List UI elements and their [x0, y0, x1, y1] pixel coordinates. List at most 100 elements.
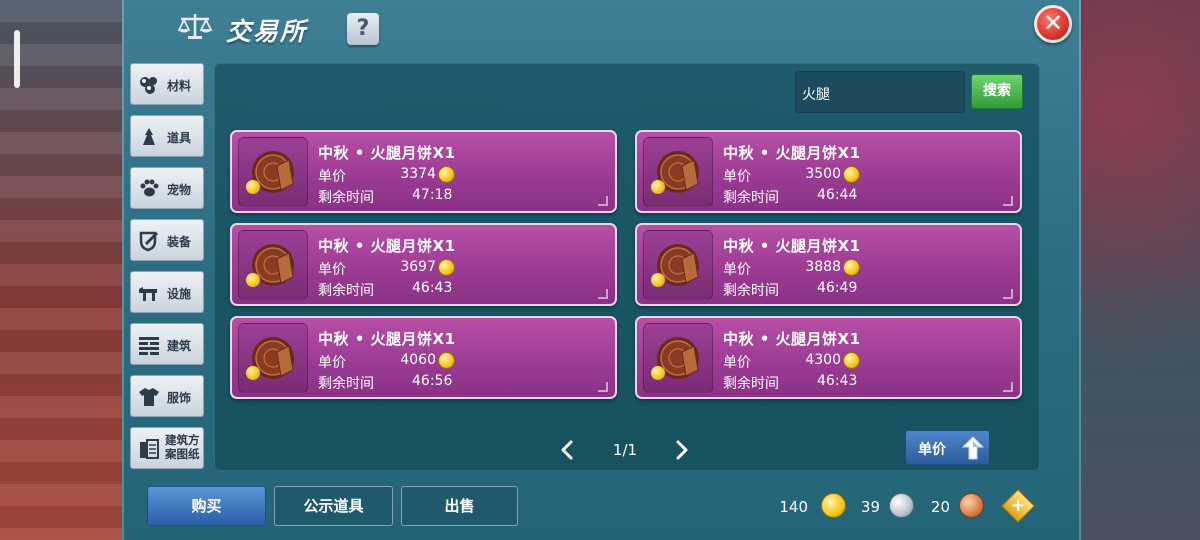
sort-arrow-up-icon [961, 436, 985, 460]
time-left-label: 剩余时间 [723, 283, 779, 299]
unit-price-label: 单价 [723, 355, 751, 371]
unit-price-value: 3697 [400, 259, 436, 275]
item-name: 中秋 • 火腿月饼X1 [318, 237, 456, 255]
blueprint-icon [140, 439, 159, 459]
side-scroll-indicator [14, 30, 20, 88]
unit-price-value: 4300 [805, 352, 841, 368]
item-thumbnail [643, 137, 713, 207]
item-thumbnail [643, 230, 713, 300]
search-input[interactable]: 火腿 [795, 71, 965, 113]
plus-icon: + [1010, 495, 1026, 516]
category-label: 服饰 [167, 391, 192, 405]
unit-price-label: 单价 [723, 169, 751, 185]
item-thumbnail [238, 323, 308, 393]
category-buildings[interactable]: 建筑 [130, 323, 204, 365]
category-blueprints[interactable]: 建筑方 案图纸 [130, 427, 204, 469]
gold-coin-icon [821, 493, 846, 518]
corner-mark-icon [1003, 289, 1013, 299]
time-left-label: 剩余时间 [318, 190, 374, 206]
category-label: 建筑 [167, 339, 192, 353]
search-button[interactable]: 搜索 [971, 74, 1023, 109]
scales-icon [177, 14, 213, 39]
time-left-value: 46:43 [817, 373, 858, 389]
chevron-left-icon[interactable] [557, 439, 577, 461]
item-name: 中秋 • 火腿月饼X1 [318, 144, 456, 162]
item-thumbnail [238, 230, 308, 300]
gold-coin-icon [843, 352, 860, 369]
item-name: 中秋 • 火腿月饼X1 [723, 144, 861, 162]
unit-price-label: 单价 [318, 169, 346, 185]
clothing-icon [139, 388, 159, 406]
help-button[interactable]: ? [347, 13, 379, 45]
corner-mark-icon [1003, 382, 1013, 392]
gold-coin-badge-icon [651, 366, 665, 380]
equipment-icon [139, 231, 159, 252]
background-right [1075, 0, 1200, 540]
close-button[interactable]: ✕ [1034, 5, 1072, 43]
silver-amount: 39 [860, 498, 880, 516]
page-indicator: 1/1 [612, 441, 638, 459]
time-left-label: 剩余时间 [318, 283, 374, 299]
gold-coin-icon [843, 166, 860, 183]
buy-tab-button[interactable]: 购买 [147, 486, 266, 526]
sort-by-price-button[interactable]: 单价 [905, 430, 990, 465]
item-name: 中秋 • 火腿月饼X1 [723, 330, 861, 348]
time-left-value: 46:44 [817, 187, 858, 203]
listing-card[interactable]: 中秋 • 火腿月饼X1 单价 3500 剩余时间 46:44 [635, 130, 1022, 213]
category-label: 设施 [167, 287, 192, 301]
corner-mark-icon [598, 382, 608, 392]
item-icon [143, 128, 155, 145]
listing-card[interactable]: 中秋 • 火腿月饼X1 单价 3888 剩余时间 46:49 [635, 223, 1022, 306]
unit-price-label: 单价 [318, 355, 346, 371]
time-left-value: 46:56 [412, 373, 453, 389]
silver-coin-icon [889, 493, 914, 518]
category-pets[interactable]: 宠物 [130, 167, 204, 209]
facility-icon [139, 287, 157, 301]
category-label: 宠物 [167, 183, 192, 197]
public-items-tab-button[interactable]: 公示道具 [274, 486, 393, 526]
listing-card[interactable]: 中秋 • 火腿月饼X1 单价 3697 剩余时间 46:43 [230, 223, 617, 306]
gold-coin-icon [843, 259, 860, 276]
sort-label: 单价 [918, 442, 946, 458]
corner-mark-icon [598, 289, 608, 299]
unit-price-value: 3500 [805, 166, 841, 182]
item-thumbnail [238, 137, 308, 207]
category-label: 建筑方 案图纸 [165, 433, 200, 461]
building-icon [139, 337, 159, 355]
time-left-value: 47:18 [412, 187, 453, 203]
time-left-label: 剩余时间 [723, 190, 779, 206]
category-clothing[interactable]: 服饰 [130, 375, 204, 417]
time-left-value: 46:43 [412, 280, 453, 296]
corner-mark-icon [1003, 196, 1013, 206]
unit-price-label: 单价 [318, 262, 346, 278]
time-left-label: 剩余时间 [723, 376, 779, 392]
gold-coin-icon [438, 352, 455, 369]
category-label: 道具 [167, 131, 192, 145]
category-label: 装备 [167, 235, 192, 249]
materials-icon [140, 77, 157, 94]
item-thumbnail [643, 323, 713, 393]
category-items[interactable]: 道具 [130, 115, 204, 157]
gold-coin-badge-icon [651, 273, 665, 287]
category-equipment[interactable]: 装备 [130, 219, 204, 261]
listing-card[interactable]: 中秋 • 火腿月饼X1 单价 4300 剩余时间 46:43 [635, 316, 1022, 399]
window-title: 交易所 [226, 17, 308, 46]
sell-tab-button[interactable]: 出售 [401, 486, 518, 526]
gold-coin-badge-icon [651, 180, 665, 194]
chevron-right-icon[interactable] [672, 439, 692, 461]
unit-price-value: 4060 [400, 352, 436, 368]
category-materials[interactable]: 材料 [130, 63, 204, 105]
time-left-label: 剩余时间 [318, 376, 374, 392]
unit-price-value: 3888 [805, 259, 841, 275]
bronze-amount: 20 [930, 498, 950, 516]
gold-amount: 140 [779, 498, 808, 516]
gold-coin-badge-icon [246, 180, 260, 194]
unit-price-value: 3374 [400, 166, 436, 182]
listing-card[interactable]: 中秋 • 火腿月饼X1 单价 3374 剩余时间 47:18 [230, 130, 617, 213]
bronze-coin-icon [959, 493, 984, 518]
item-name: 中秋 • 火腿月饼X1 [723, 237, 861, 255]
title-bar: 交易所 ? [122, 0, 1077, 56]
listing-card[interactable]: 中秋 • 火腿月饼X1 单价 4060 剩余时间 46:56 [230, 316, 617, 399]
category-label: 材料 [167, 79, 192, 93]
category-facilities[interactable]: 设施 [130, 271, 204, 313]
